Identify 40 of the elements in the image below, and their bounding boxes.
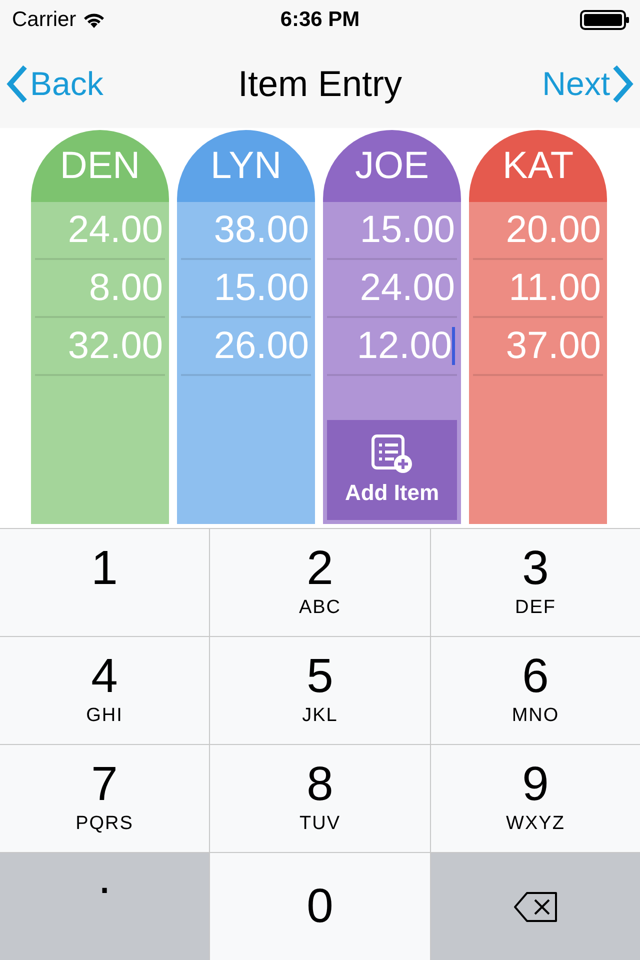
digit-key[interactable]: 5 JKL (210, 637, 430, 744)
amount-field[interactable]: 32.00 (68, 324, 163, 368)
digit-key[interactable]: 1 (0, 529, 209, 636)
digit-key[interactable]: 6 MNO (431, 637, 640, 744)
column-header: KAT (469, 130, 607, 202)
digit-key[interactable]: 0 (210, 853, 430, 960)
amount-field[interactable]: 15.00 (214, 266, 309, 310)
amount-field[interactable]: 20.00 (506, 208, 601, 252)
digit-key[interactable]: 9 WXYZ (431, 745, 640, 852)
amount-field[interactable]: 24.00 (68, 208, 163, 252)
delete-key[interactable] (431, 853, 640, 960)
clock-time: 6:36 PM (280, 8, 360, 31)
amount-field[interactable]: 8.00 (89, 266, 163, 310)
chevron-left-icon (6, 64, 28, 104)
chevron-right-icon (612, 64, 634, 104)
digit-key[interactable]: 8 TUV (210, 745, 430, 852)
amount-field[interactable]: 12.00 (356, 324, 452, 368)
add-item-button[interactable]: Add Item (327, 420, 457, 520)
column-header: DEN (31, 130, 169, 202)
decimal-key[interactable]: . (0, 853, 209, 960)
amount-field[interactable]: 38.00 (214, 208, 309, 252)
digit-key[interactable]: 2 ABC (210, 529, 430, 636)
amount-field[interactable]: 26.00 (214, 324, 309, 368)
backspace-icon (512, 890, 558, 922)
digit-key[interactable]: 7 PQRS (0, 745, 209, 852)
digit-key[interactable]: 3 DEF (431, 529, 640, 636)
battery-icon (580, 10, 630, 30)
wifi-icon (82, 11, 106, 29)
digit-key[interactable]: 4 GHI (0, 637, 209, 744)
next-button[interactable]: Next (542, 64, 634, 104)
carrier-label: Carrier (12, 8, 76, 32)
column-header: JOE (323, 130, 461, 202)
back-button[interactable]: Back (6, 64, 104, 104)
amount-field[interactable]: 11.00 (508, 266, 601, 310)
amount-field[interactable]: 37.00 (506, 324, 601, 368)
list-add-icon (371, 434, 413, 474)
amount-field[interactable]: 24.00 (360, 266, 455, 310)
screen-title: Item Entry (238, 63, 402, 104)
column-header: LYN (177, 130, 315, 202)
amount-field[interactable]: 15.00 (360, 208, 455, 252)
